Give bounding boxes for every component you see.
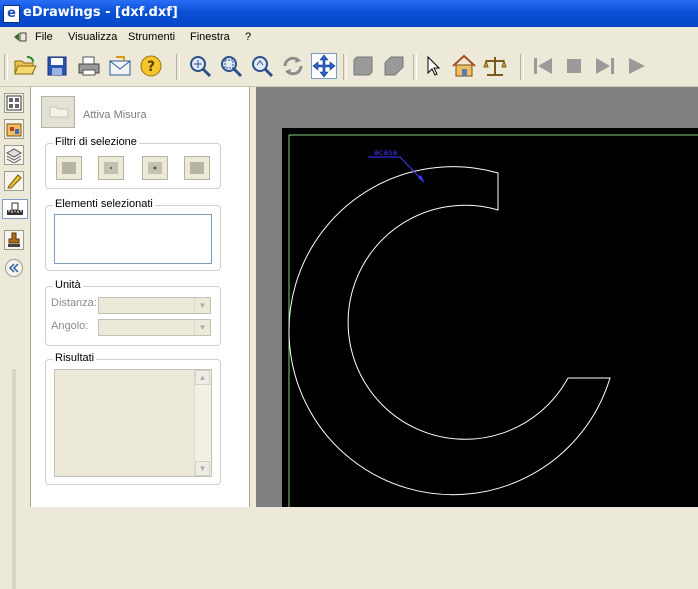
select-icon[interactable] — [420, 53, 446, 79]
distance-label: Distanza: — [51, 297, 97, 309]
home-icon[interactable] — [451, 53, 477, 79]
components-icon[interactable] — [4, 119, 24, 139]
rotate-icon[interactable] — [280, 53, 306, 79]
play-icon[interactable] — [623, 53, 649, 79]
filter-face-button[interactable] — [56, 156, 82, 180]
toolbar: ? — [0, 48, 698, 87]
send-icon[interactable] — [107, 53, 133, 79]
results-textbox[interactable]: ▲ ▼ — [54, 369, 212, 477]
toolbar-grip[interactable] — [4, 54, 8, 80]
drawing-arc-shape[interactable] — [288, 166, 611, 496]
menu-visualizza[interactable]: Visualizza — [68, 31, 117, 43]
chevron-down-icon[interactable]: ▼ — [194, 298, 210, 313]
window-title: eDrawings - [dxf.dxf] — [23, 5, 178, 20]
svg-text:?: ? — [147, 59, 155, 75]
annotation-text: acasa — [374, 148, 397, 157]
filter-edge-button[interactable] — [98, 156, 124, 180]
units-title: Unità — [53, 279, 83, 291]
side-resize-track[interactable] — [12, 369, 16, 589]
shaded-edges-icon[interactable] — [381, 53, 407, 79]
filter-point-button[interactable] — [184, 156, 210, 180]
print-icon[interactable] — [76, 53, 102, 79]
drawing-canvas[interactable]: acasa — [282, 128, 698, 507]
zoom-icon[interactable] — [249, 53, 275, 79]
angle-label: Angolo: — [51, 320, 89, 332]
save-icon[interactable] — [44, 53, 70, 79]
activate-measure-label: Attiva Misura — [83, 109, 147, 121]
stop-icon[interactable] — [561, 53, 587, 79]
menu-strumenti[interactable]: Strumenti — [128, 31, 175, 43]
shaded-icon[interactable] — [350, 53, 376, 79]
layers-icon[interactable] — [4, 145, 24, 165]
selection-filters-group: Filtri di selezione — [45, 136, 221, 189]
results-title: Risultati — [53, 352, 97, 364]
scroll-down-icon[interactable]: ▼ — [195, 461, 210, 476]
collapse-icon[interactable] — [5, 259, 23, 277]
distance-unit-select[interactable]: ▼ — [98, 297, 211, 314]
toolbar-separator — [520, 54, 524, 80]
menu-help[interactable]: ? — [245, 31, 251, 43]
menu-bar: File Visualizza Strumenti Finestra ? — [0, 27, 698, 49]
sheet-border — [288, 134, 698, 507]
sheets-icon[interactable] — [4, 93, 24, 113]
toolbar-separator — [343, 54, 347, 80]
measure-panel: Attiva Misura Filtri di selezione Elemen… — [31, 87, 250, 507]
scale-icon[interactable] — [482, 53, 508, 79]
menu-file[interactable]: File — [35, 31, 53, 43]
open-icon[interactable] — [12, 53, 38, 79]
side-icon-bar — [0, 87, 31, 589]
measure-icon[interactable] — [2, 199, 28, 219]
app-icon[interactable]: e — [3, 5, 20, 23]
units-group: Unità Distanza: ▼ Angolo: ▼ — [45, 279, 221, 346]
results-scrollbar[interactable]: ▲ ▼ — [194, 370, 211, 476]
selected-elements-title: Elementi selezionati — [53, 198, 155, 210]
zoom-fit-icon[interactable] — [187, 53, 213, 79]
zoom-window-icon[interactable] — [218, 53, 244, 79]
next-frame-icon[interactable] — [592, 53, 618, 79]
activate-measure-button[interactable] — [41, 96, 75, 128]
toolbar-separator — [176, 54, 180, 80]
title-bar: e eDrawings - [dxf.dxf] — [0, 0, 698, 27]
stamp-icon[interactable] — [4, 230, 24, 250]
angle-unit-select[interactable]: ▼ — [98, 319, 211, 336]
menu-finestra[interactable]: Finestra — [190, 31, 230, 43]
toolbar-separator — [413, 54, 417, 80]
chevron-down-icon[interactable]: ▼ — [194, 320, 210, 335]
drawing-viewport[interactable]: acasa — [282, 128, 698, 507]
pan-icon[interactable] — [311, 53, 337, 79]
selected-elements-group: Elementi selezionati — [45, 198, 221, 271]
filter-vertex-button[interactable] — [142, 156, 168, 180]
scroll-up-icon[interactable]: ▲ — [195, 370, 210, 385]
first-frame-icon[interactable] — [530, 53, 556, 79]
selection-filters-title: Filtri di selezione — [53, 136, 139, 148]
annotation-leader — [368, 156, 425, 183]
document-window-icon[interactable] — [12, 30, 27, 44]
selected-elements-list[interactable] — [54, 214, 212, 264]
results-group: Risultati ▲ ▼ — [45, 352, 221, 485]
help-icon[interactable]: ? — [138, 53, 164, 79]
markup-icon[interactable] — [4, 171, 24, 191]
